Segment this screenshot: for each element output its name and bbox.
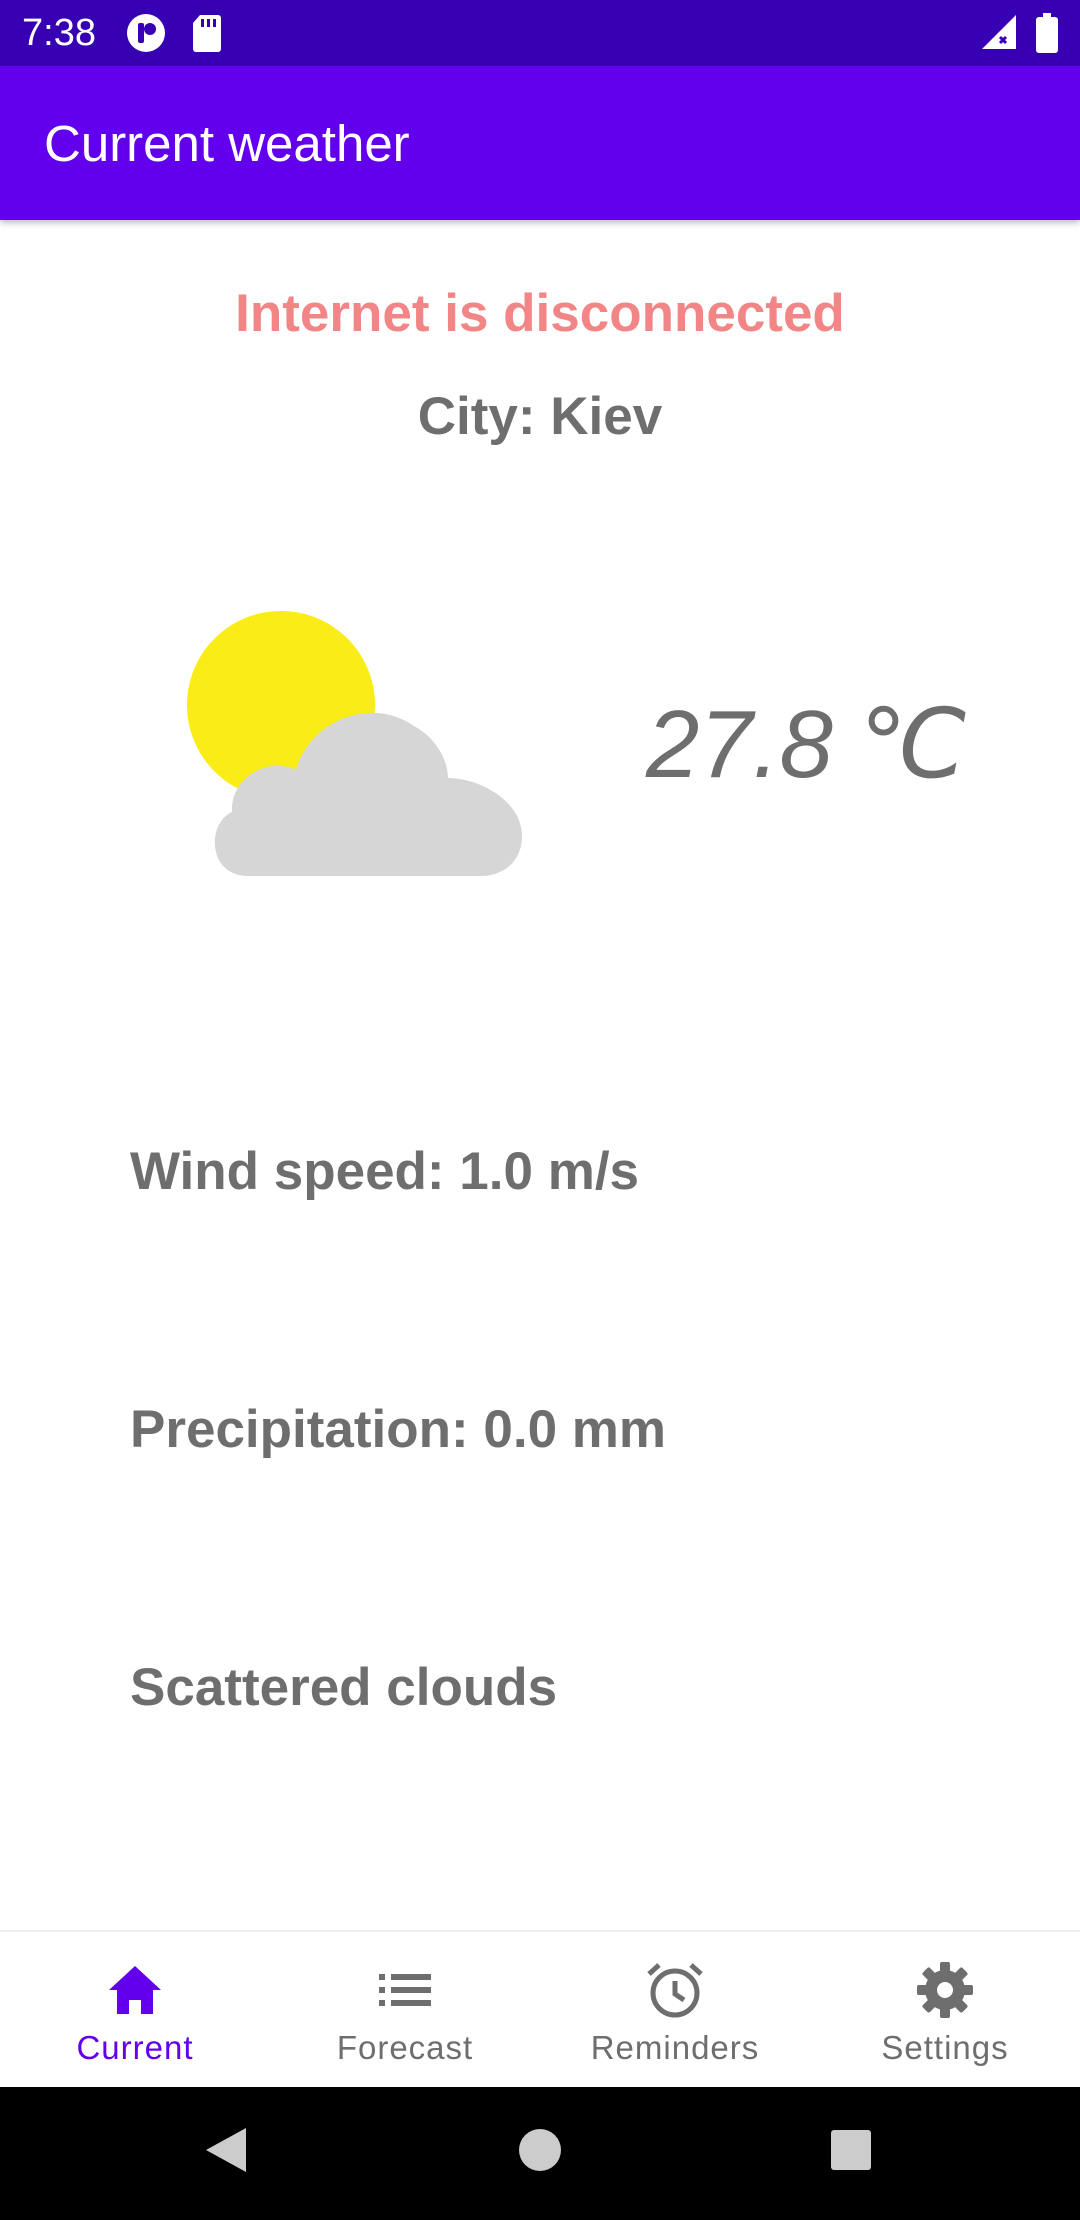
nav-label-current: Current [76, 2029, 194, 2066]
status-time: 7:38 [22, 12, 96, 54]
connection-status-text: Internet is disconnected [235, 284, 845, 343]
gear-icon [913, 1960, 977, 2025]
app-bar-title: Current weather [44, 115, 410, 172]
signal-icon [980, 13, 1018, 56]
nav-label-reminders: Reminders [590, 2029, 760, 2066]
bottom-navigation: Current Forecast Reminders Settings [0, 1930, 1080, 2088]
battery-icon [1036, 13, 1058, 58]
nav-item-settings[interactable]: Settings [810, 1932, 1080, 2088]
system-navigation-bar [0, 2087, 1080, 2220]
nav-label-forecast: Forecast [336, 2029, 474, 2066]
nav-item-reminders[interactable]: Reminders [540, 1932, 810, 2088]
status-bar: 7:38 [0, 0, 1080, 66]
city-label: City: Kiev [417, 387, 663, 446]
temperature-value: 27.8 ℃ [646, 691, 968, 798]
nav-item-current[interactable]: Current [0, 1932, 270, 2088]
sd-card-icon [192, 13, 222, 58]
list-icon [373, 1960, 437, 2025]
precipitation-text: Precipitation: 0.0 mm [130, 1400, 667, 1459]
wind-speed-text: Wind speed: 1.0 m/s [130, 1142, 640, 1201]
home-circle-icon[interactable] [515, 2122, 565, 2183]
nav-item-forecast[interactable]: Forecast [270, 1932, 540, 2088]
home-icon [103, 1960, 167, 2025]
recents-icon[interactable] [826, 2122, 876, 2183]
notification-app-icon [126, 13, 166, 58]
alarm-clock-icon [643, 1960, 707, 2025]
back-icon[interactable] [200, 2122, 250, 2183]
weather-description-text: Scattered clouds [130, 1658, 558, 1717]
partly-cloudy-icon [186, 610, 526, 885]
nav-label-settings: Settings [881, 2029, 1009, 2066]
app-bar: Current weather [0, 66, 1080, 220]
